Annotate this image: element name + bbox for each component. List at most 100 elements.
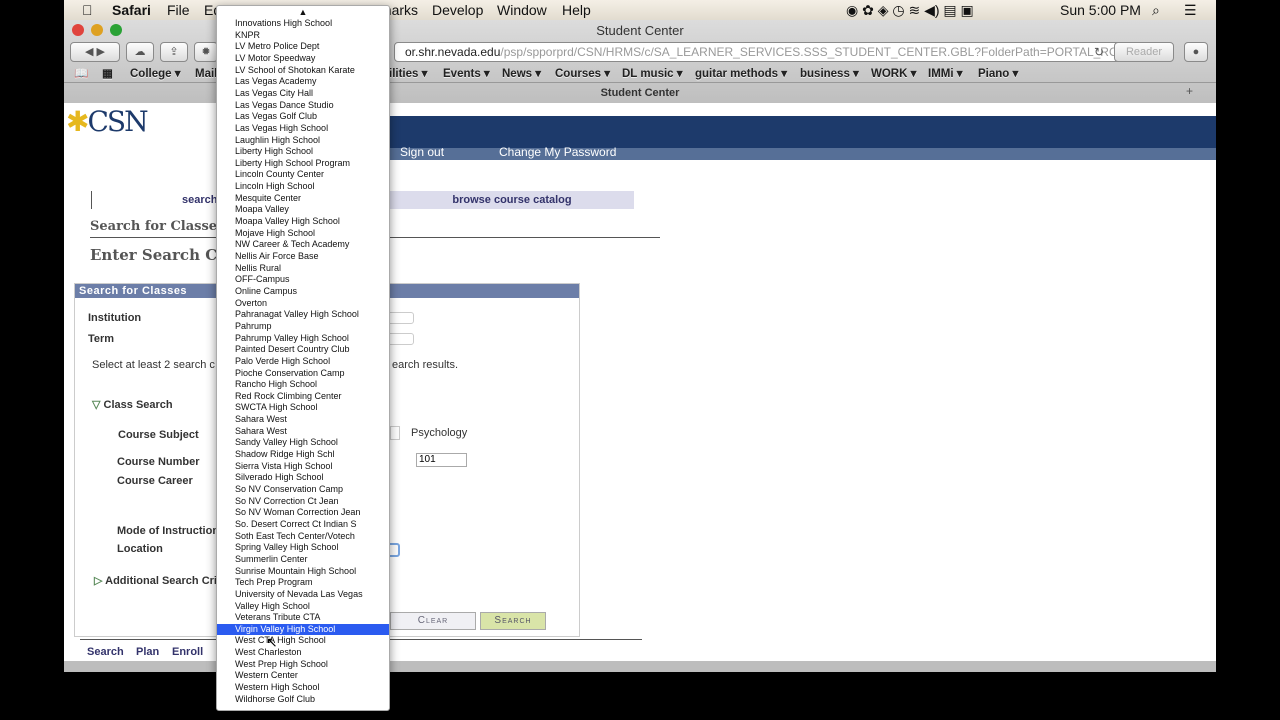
dropdown-option[interactable]: Nellis Rural (217, 263, 389, 275)
menu-help[interactable]: Help (562, 2, 591, 18)
dropdown-option[interactable]: Lincoln County Center (217, 169, 389, 181)
scroll-up-arrow-icon[interactable]: ▲ (217, 7, 389, 17)
dropdown-option[interactable]: Liberty High School Program (217, 158, 389, 170)
dropdown-option[interactable]: Western Center (217, 670, 389, 682)
menu-develop[interactable]: Develop (432, 2, 483, 18)
spotlight-icon[interactable]: ⌕ (1152, 2, 1160, 19)
dropdown-option[interactable]: SWCTA High School (217, 402, 389, 414)
dropdown-option[interactable]: Pahrump Valley High School (217, 333, 389, 345)
mycsn-logo[interactable]: ✱CSN (66, 105, 149, 138)
dropdown-option[interactable]: So NV Conservation Camp (217, 484, 389, 496)
dropdown-option[interactable]: Sahara West (217, 426, 389, 438)
menu-window[interactable]: Window (497, 2, 547, 18)
dropdown-option[interactable]: Virgin Valley High School (217, 623, 389, 636)
dropdown-option[interactable]: So NV Woman Correction Jean (217, 507, 389, 519)
dropdown-option[interactable]: Palo Verde High School (217, 356, 389, 368)
dropdown-option[interactable]: Tech Prep Program (217, 577, 389, 589)
menu-file[interactable]: File (167, 2, 190, 18)
dropdown-option[interactable]: Sandy Valley High School (217, 437, 389, 449)
bookmark-courses[interactable]: Courses ▾ (555, 66, 610, 80)
extension-icon[interactable]: ✹ (194, 42, 218, 62)
share-icon[interactable]: ⇪ (160, 42, 188, 62)
menu-app[interactable]: Safari (112, 2, 151, 18)
dropdown-option[interactable]: University of Nevada Las Vegas (217, 589, 389, 601)
reload-icon[interactable]: ↻ (1094, 45, 1104, 59)
bookmark-dl-music[interactable]: DL music ▾ (622, 66, 683, 80)
dropdown-option[interactable]: So. Desert Correct Ct Indian S (217, 519, 389, 531)
dropdown-option[interactable]: Red Rock Climbing Center (217, 391, 389, 403)
bookmark-events[interactable]: Events ▾ (443, 66, 490, 80)
notification-icon[interactable]: ☰ (1184, 2, 1197, 19)
dropdown-option[interactable]: NW Career & Tech Academy (217, 239, 389, 251)
clock[interactable]: Sun 5:00 PM (1060, 2, 1141, 18)
dropdown-option[interactable]: Shadow Ridge High Schl (217, 449, 389, 461)
dropdown-option[interactable]: Valley High School (217, 601, 389, 613)
bookmark-utilities[interactable]: ilities ▾ (389, 66, 427, 80)
dropdown-option[interactable]: So NV Correction Ct Jean (217, 496, 389, 508)
icloud-icon[interactable]: ☁ (126, 42, 154, 62)
dropdown-option[interactable]: Sunrise Mountain High School (217, 566, 389, 578)
footer-plan-link[interactable]: Plan (136, 646, 159, 658)
bookmark-business[interactable]: business ▾ (800, 66, 859, 80)
dropdown-option[interactable]: Liberty High School (217, 146, 389, 158)
dropdown-option[interactable]: Moapa Valley High School (217, 216, 389, 228)
dropdown-option[interactable]: Online Campus (217, 286, 389, 298)
dropdown-option[interactable]: Las Vegas Academy (217, 76, 389, 88)
class-search-toggle[interactable]: ▽ Class Search (92, 398, 173, 411)
dropdown-option[interactable]: LV School of Shotokan Karate (217, 65, 389, 77)
dropdown-option[interactable]: Mesquite Center (217, 193, 389, 205)
reading-list-icon[interactable]: 📖 (74, 66, 88, 80)
additional-criteria-toggle[interactable]: ▷ Additional Search Cri (94, 574, 217, 587)
dropdown-option[interactable]: Moapa Valley (217, 204, 389, 216)
address-bar[interactable]: or.shr.nevada.edu/psp/spporprd/CSN/HRMS/… (394, 42, 1154, 62)
course-number-input[interactable]: 101 (416, 453, 467, 467)
dropdown-option[interactable]: Soth East Tech Center/Votech (217, 531, 389, 543)
clear-button[interactable]: Clear (390, 612, 476, 630)
footer-search-link[interactable]: Search (87, 646, 124, 658)
bookmark-guitar-methods[interactable]: guitar methods ▾ (695, 66, 787, 80)
dropdown-option[interactable]: Las Vegas City Hall (217, 88, 389, 100)
dropdown-option[interactable]: Pahranagat Valley High School (217, 309, 389, 321)
apple-icon[interactable]:  (82, 2, 93, 18)
bookmark-work[interactable]: WORK ▾ (871, 66, 916, 80)
dropdown-option[interactable]: Laughlin High School (217, 135, 389, 147)
dropdown-option[interactable]: Spring Valley High School (217, 542, 389, 554)
dropdown-option[interactable]: Summerlin Center (217, 554, 389, 566)
search-button[interactable]: Search (480, 612, 546, 630)
back-forward-button[interactable]: ◀ ▶ (70, 42, 120, 62)
dropdown-option[interactable]: Painted Desert Country Club (217, 344, 389, 356)
reader-button[interactable]: Reader (1114, 42, 1174, 62)
dropdown-option[interactable]: OFF-Campus (217, 274, 389, 286)
bookmark-news[interactable]: News ▾ (502, 66, 541, 80)
dropdown-option[interactable]: Sierra Vista High School (217, 461, 389, 473)
bookmark-piano[interactable]: Piano ▾ (978, 66, 1018, 80)
dropdown-option[interactable]: Silverado High School (217, 472, 389, 484)
bookmark-immi[interactable]: IMMi ▾ (928, 66, 963, 80)
location-dropdown-list[interactable]: ▲ Innovations High School KNPR LV Metro Po… (216, 5, 390, 711)
dropdown-option[interactable]: West Prep High School (217, 659, 389, 671)
dropdown-option[interactable]: Sahara West (217, 414, 389, 426)
change-password-link[interactable]: Change My Password (499, 145, 616, 159)
dropdown-option[interactable]: Pioche Conservation Camp (217, 368, 389, 380)
dropdown-option[interactable]: Lincoln High School (217, 181, 389, 193)
tab-browse-catalog[interactable]: browse course catalog (390, 191, 634, 209)
dropdown-option[interactable]: Nellis Air Force Base (217, 251, 389, 263)
course-subject-select[interactable] (390, 426, 400, 440)
tab-search[interactable]: search (182, 194, 217, 206)
dropdown-option[interactable]: Las Vegas Dance Studio (217, 100, 389, 112)
dropdown-option[interactable]: Overton (217, 298, 389, 310)
dropdown-option[interactable]: Veterans Tribute CTA (217, 612, 389, 624)
dropdown-option[interactable]: Mojave High School (217, 228, 389, 240)
dropdown-option[interactable]: West Charleston (217, 647, 389, 659)
new-tab-icon[interactable]: + (1186, 84, 1193, 98)
dropdown-option[interactable]: LV Motor Speedway (217, 53, 389, 65)
dropdown-option[interactable]: West CTA High School (217, 635, 389, 647)
bookmark-college[interactable]: College ▾ (130, 66, 181, 80)
dropdown-option[interactable]: Las Vegas Golf Club (217, 111, 389, 123)
dropdown-option[interactable]: LV Metro Police Dept (217, 41, 389, 53)
dropdown-option[interactable]: Western High School (217, 682, 389, 694)
status-icons[interactable]: ◉ ✿ ◈ ◷ ≋ ◀) ▤ ▣ (846, 2, 974, 19)
dropdown-option[interactable]: KNPR (217, 30, 389, 42)
sign-out-link[interactable]: Sign out (400, 145, 444, 159)
dropdown-option[interactable]: Innovations High School (217, 18, 389, 30)
